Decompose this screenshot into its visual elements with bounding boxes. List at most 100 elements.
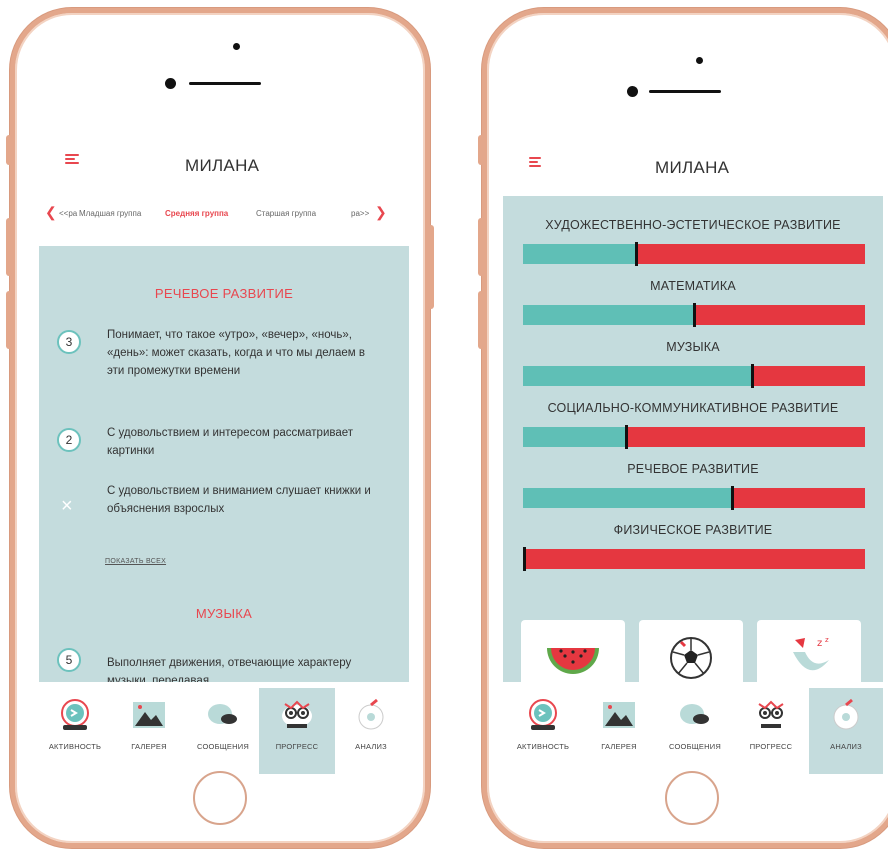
watermelon-icon xyxy=(543,630,603,686)
progress-bar xyxy=(523,486,865,510)
analysis-icon xyxy=(358,698,384,730)
skill-item-text: Выполняет движения, отвечающие характеру… xyxy=(107,657,352,682)
child-name-title: МИЛАНА xyxy=(185,156,260,175)
tab-analysis[interactable]: АНАЛИЗ xyxy=(809,688,883,774)
development-area-label: РЕЧЕВОЕ РАЗВИТИЕ xyxy=(627,462,759,476)
not-rated-cross-icon: × xyxy=(61,495,73,517)
progress-bar-fill xyxy=(523,488,732,508)
group-middle[interactable]: Средняя группа xyxy=(165,209,228,218)
progress-bar xyxy=(523,425,865,449)
app-header: МИЛАНА xyxy=(35,134,409,194)
chevron-left-icon[interactable]: ❮ xyxy=(45,204,57,221)
phone-progress-screen: МИЛАНА ❮ <<ра Младшая группа Средняя гру… xyxy=(6,8,434,848)
progress-marker xyxy=(693,303,696,327)
tab-label: АНАЛИЗ xyxy=(355,742,387,751)
tab-gallery[interactable]: ГАЛЕРЕЯ xyxy=(581,688,657,774)
volume-up-button xyxy=(6,218,12,276)
tab-label: СООБЩЕНИЯ xyxy=(669,742,721,751)
phone-analysis-screen: МИЛАНА ХУДОЖЕСТВЕННО-ЭСТЕТИЧЕСКОЕ РАЗВИТ… xyxy=(478,8,888,848)
tab-activity[interactable]: АКТИВНОСТЬ xyxy=(37,688,113,774)
show-all-link[interactable]: ПОКАЗАТЬ ВСЕХ xyxy=(105,558,166,565)
volume-down-button xyxy=(478,291,484,349)
section-title-speech: РЕЧЕВОЕ РАЗВИТИЕ xyxy=(154,286,294,301)
tab-label: СООБЩЕНИЯ xyxy=(197,742,249,751)
speaker-grille xyxy=(189,82,261,85)
app-screen: МИЛАНА ❮ <<ра Младшая группа Средняя гру… xyxy=(35,134,409,786)
home-button[interactable] xyxy=(193,771,247,825)
progress-bar-fill xyxy=(523,366,752,386)
activity-icon xyxy=(61,699,89,730)
skill-item-text: С удовольствием и вниманием слушает книж… xyxy=(107,485,371,515)
mute-switch xyxy=(478,135,484,165)
development-area-label: СОЦИАЛЬНО-КОММУНИКАТИВНОЕ РАЗВИТИЕ xyxy=(547,401,839,415)
progress-bar xyxy=(523,364,865,388)
progress-bar-fill xyxy=(523,244,636,264)
score-badge: 2 xyxy=(57,428,81,452)
svg-text:z: z xyxy=(825,636,829,644)
progress-marker xyxy=(751,364,754,388)
speaker-grille xyxy=(649,90,721,93)
progress-icon xyxy=(756,700,786,728)
progress-bar xyxy=(523,547,865,571)
group-junior[interactable]: Младшая группа xyxy=(79,209,141,218)
front-camera xyxy=(165,78,176,89)
progress-panel: РЕЧЕВОЕ РАЗВИТИЕ 3 Понимает, что такое «… xyxy=(39,246,409,682)
tab-progress[interactable]: ПРОГРЕСС xyxy=(259,688,335,774)
development-area-label: ХУДОЖЕСТВЕННО-ЭСТЕТИЧЕСКОЕ РАЗВИТИЕ xyxy=(545,218,841,232)
analysis-icon xyxy=(833,698,859,730)
svg-text:z: z xyxy=(817,638,822,649)
progress-marker xyxy=(523,547,526,571)
front-camera xyxy=(627,86,638,97)
messages-icon xyxy=(680,704,709,724)
tab-label: ГАЛЕРЕЯ xyxy=(601,742,637,751)
group-senior[interactable]: Старшая группа xyxy=(256,209,316,218)
tab-label: ГАЛЕРЕЯ xyxy=(131,742,167,751)
tab-label: АКТИВНОСТЬ xyxy=(48,742,102,751)
tab-gallery[interactable]: ГАЛЕРЕЯ xyxy=(111,688,187,774)
app-header: МИЛАНА xyxy=(503,134,883,194)
volume-up-button xyxy=(478,218,484,276)
progress-marker xyxy=(625,425,628,449)
group-switcher: ❮ <<ра Младшая группа Средняя группа Ста… xyxy=(35,204,409,224)
development-area-label: МАТЕМАТИКА xyxy=(650,279,736,293)
tab-label: АКТИВНОСТЬ xyxy=(516,742,570,751)
tab-progress[interactable]: ПРОГРЕСС xyxy=(733,688,809,774)
sleep-moon-icon: zz xyxy=(779,630,839,686)
score-badge: 5 xyxy=(57,648,81,672)
progress-bar-fill xyxy=(523,427,626,447)
skill-item-text: С удовольствием и интересом рассматривае… xyxy=(107,427,354,457)
progress-icon xyxy=(282,700,312,728)
tab-messages[interactable]: СООБЩЕНИЯ xyxy=(185,688,261,774)
progress-bar xyxy=(523,242,865,266)
chevron-right-icon[interactable]: ❯ xyxy=(375,204,387,221)
progress-marker xyxy=(731,486,734,510)
development-area-label: ФИЗИЧЕСКОЕ РАЗВИТИЕ xyxy=(613,523,773,537)
activity-icon xyxy=(529,699,557,730)
tab-activity[interactable]: АКТИВНОСТЬ xyxy=(505,688,581,774)
section-title-music: МУЗЫКА xyxy=(195,606,253,621)
gallery-icon xyxy=(133,702,165,728)
menu-icon[interactable] xyxy=(65,154,79,164)
messages-icon xyxy=(208,704,237,724)
score-badge: 3 xyxy=(57,330,81,354)
tab-messages[interactable]: СООБЩЕНИЯ xyxy=(657,688,733,774)
progress-bar-fill xyxy=(523,305,694,325)
soccer-ball-icon xyxy=(661,630,721,686)
power-button xyxy=(428,225,434,309)
progress-marker xyxy=(635,242,638,266)
gallery-icon xyxy=(603,702,635,728)
development-area-label: МУЗЫКА xyxy=(666,340,720,354)
camera-dot xyxy=(233,43,240,50)
group-prev-label[interactable]: <<ра xyxy=(59,209,77,218)
menu-icon[interactable] xyxy=(529,157,543,167)
app-screen: МИЛАНА ХУДОЖЕСТВЕННО-ЭСТЕТИЧЕСКОЕ РАЗВИТ… xyxy=(503,134,883,786)
group-next-label[interactable]: ра>> xyxy=(351,209,369,218)
tab-analysis[interactable]: АНАЛИЗ xyxy=(333,688,409,774)
camera-dot xyxy=(696,57,703,64)
home-button[interactable] xyxy=(665,771,719,825)
mute-switch xyxy=(6,135,12,165)
tab-label: АНАЛИЗ xyxy=(830,742,862,751)
progress-bar xyxy=(523,303,865,327)
tab-label: ПРОГРЕСС xyxy=(275,742,319,751)
volume-down-button xyxy=(6,291,12,349)
